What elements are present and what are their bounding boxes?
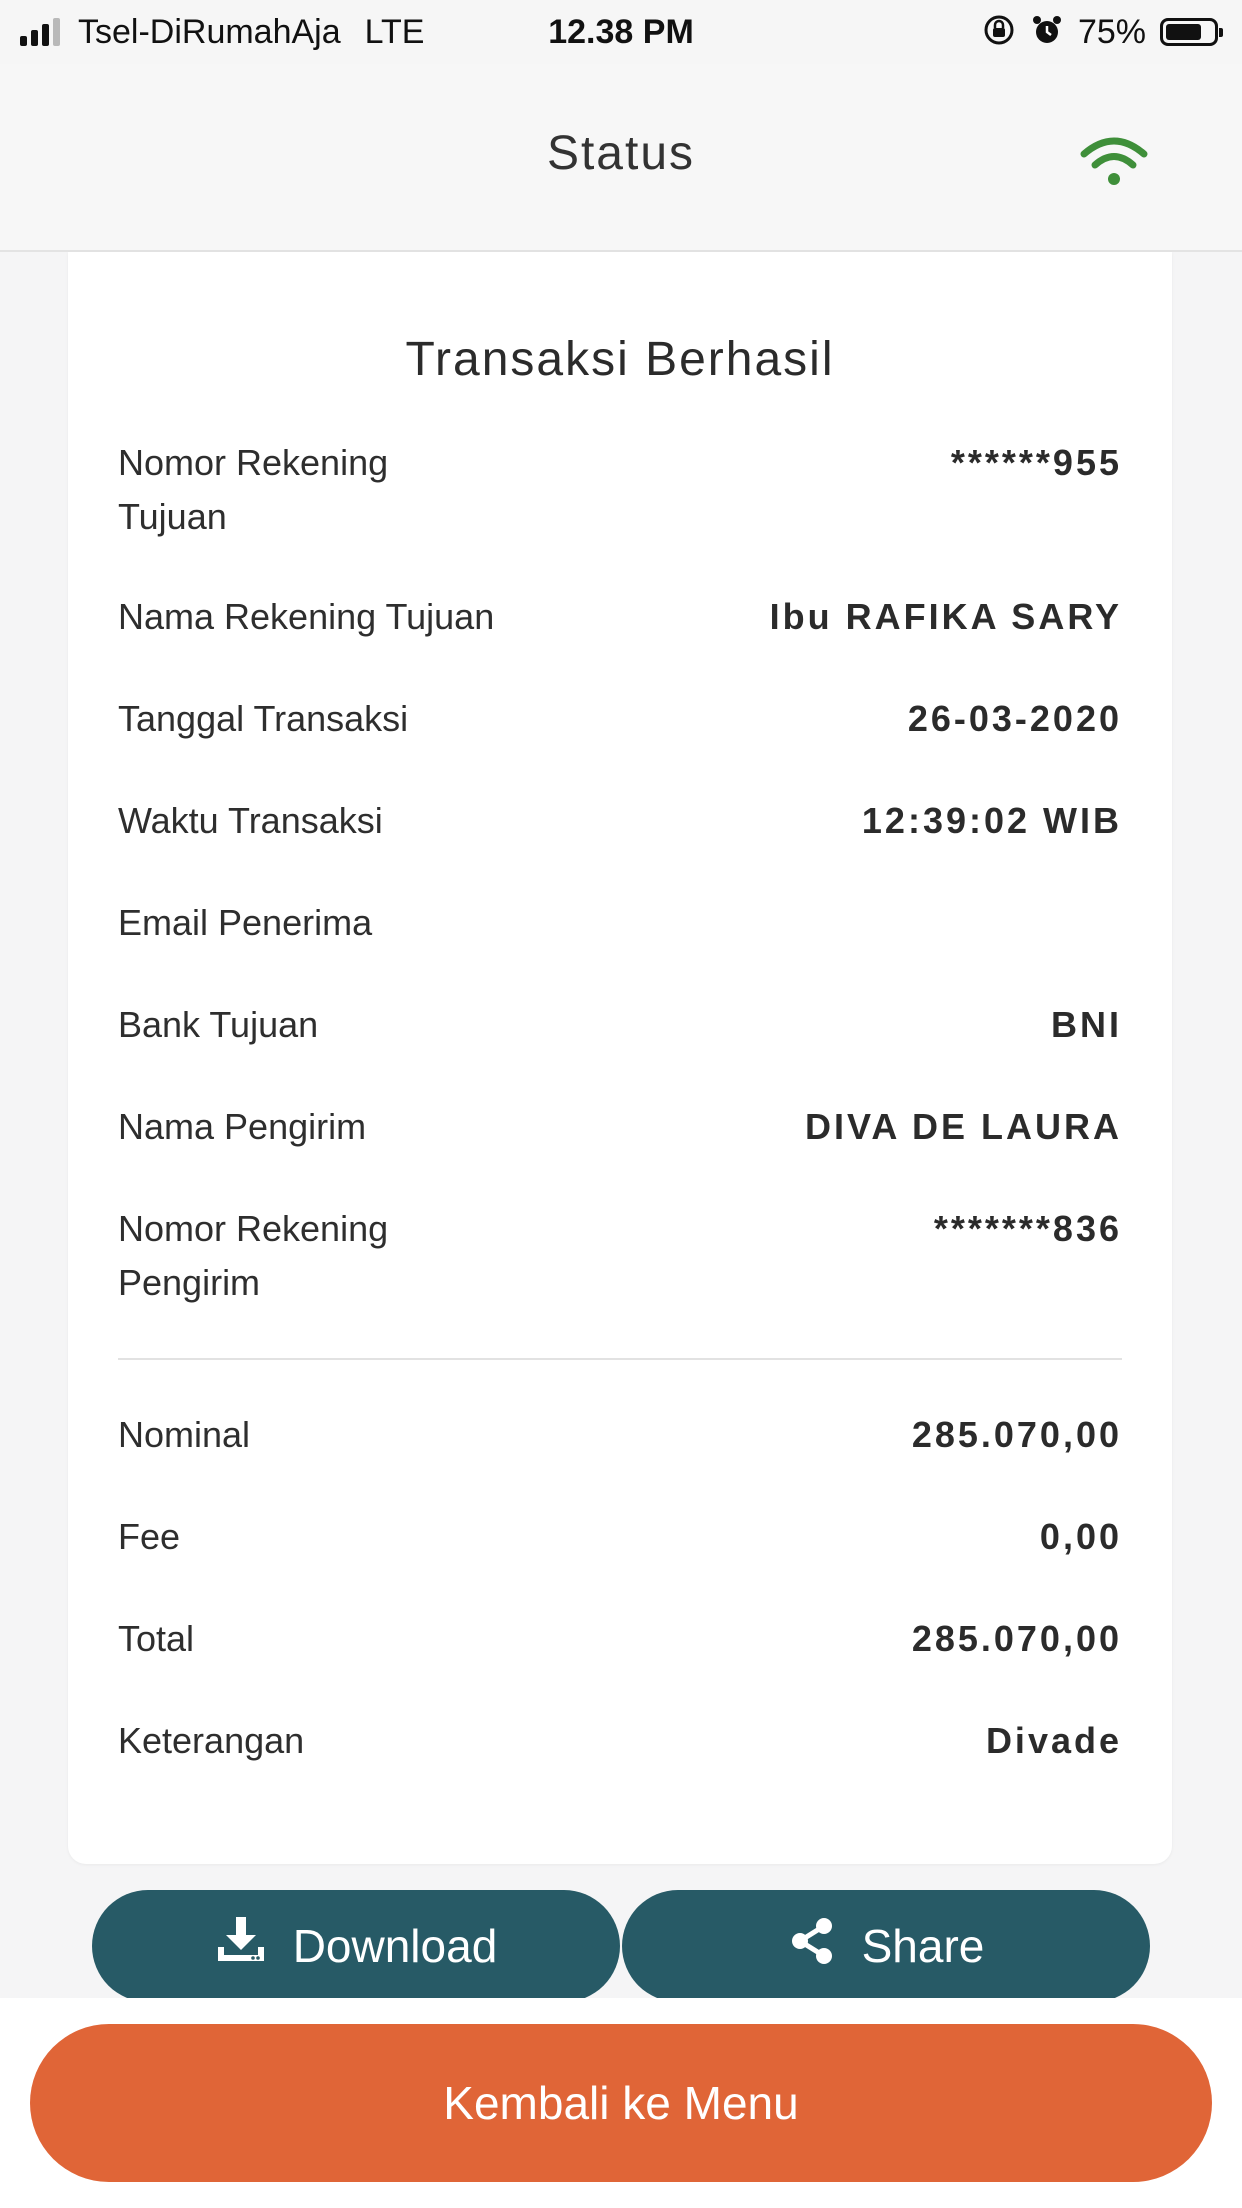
row-value: 285.070,00 <box>911 1414 1122 1455</box>
row-value: 26-03-2020 <box>907 698 1122 739</box>
row-value: 12:39:02 WIB <box>861 800 1122 841</box>
alarm-icon <box>1030 13 1064 52</box>
share-label: Share <box>861 1920 985 1972</box>
row-label: Email Penerima <box>118 902 373 943</box>
row-value: *******836 <box>933 1208 1122 1249</box>
row-value: ******955 <box>950 442 1122 483</box>
row-value: Ibu RAFIKA SARY <box>769 596 1122 637</box>
row-value: 285.070,00 <box>911 1618 1122 1659</box>
battery-fill <box>1166 24 1201 40</box>
download-label: Download <box>292 1920 498 1972</box>
row-label: Bank Tujuan <box>118 1004 319 1045</box>
status-bar-right: 75% <box>982 8 1223 56</box>
row-label: Waktu Transaksi <box>118 800 383 841</box>
row-label: Tanggal Transaksi <box>118 698 409 739</box>
row-value: Divade <box>985 1720 1122 1761</box>
row-value: BNI <box>1051 1004 1122 1045</box>
orientation-lock-icon <box>982 13 1016 52</box>
row-label: Nama Pengirim <box>118 1106 367 1147</box>
divider <box>118 1358 1122 1360</box>
row-label: Keterangan <box>118 1720 305 1761</box>
share-button[interactable]: Share <box>622 1890 1150 2002</box>
row-label: Nominal <box>118 1414 251 1455</box>
row-label: Nomor Rekening Tujuan <box>118 442 389 537</box>
back-to-menu-button[interactable]: Kembali ke Menu <box>30 2024 1212 2182</box>
download-icon <box>215 1915 267 1978</box>
battery-percentage: 75% <box>1077 12 1146 51</box>
wifi-icon <box>1078 134 1150 195</box>
page-title: Status <box>546 127 696 180</box>
download-button[interactable]: Download <box>92 1890 620 2002</box>
navigation-bar: Status <box>0 64 1242 252</box>
row-label: Total <box>118 1618 195 1659</box>
battery-icon <box>1160 18 1223 46</box>
row-label: Nama Rekening Tujuan <box>118 596 495 637</box>
back-to-menu-label: Kembali ke Menu <box>443 2077 799 2129</box>
row-label: Fee <box>118 1516 181 1557</box>
share-icon <box>788 1916 836 1977</box>
receipt-title: Transaksi Berhasil <box>405 333 835 386</box>
row-value: 0,00 <box>1039 1516 1122 1557</box>
status-bar: Tsel-DiRumahAja LTE 12.38 PM 75% <box>0 0 1242 64</box>
row-value: DIVA DE LAURA <box>805 1106 1122 1147</box>
row-label: Nomor Rekening Pengirim <box>118 1208 389 1303</box>
receipt-card: Transaksi Berhasil Nomor Rekening Tujuan… <box>68 252 1172 1864</box>
